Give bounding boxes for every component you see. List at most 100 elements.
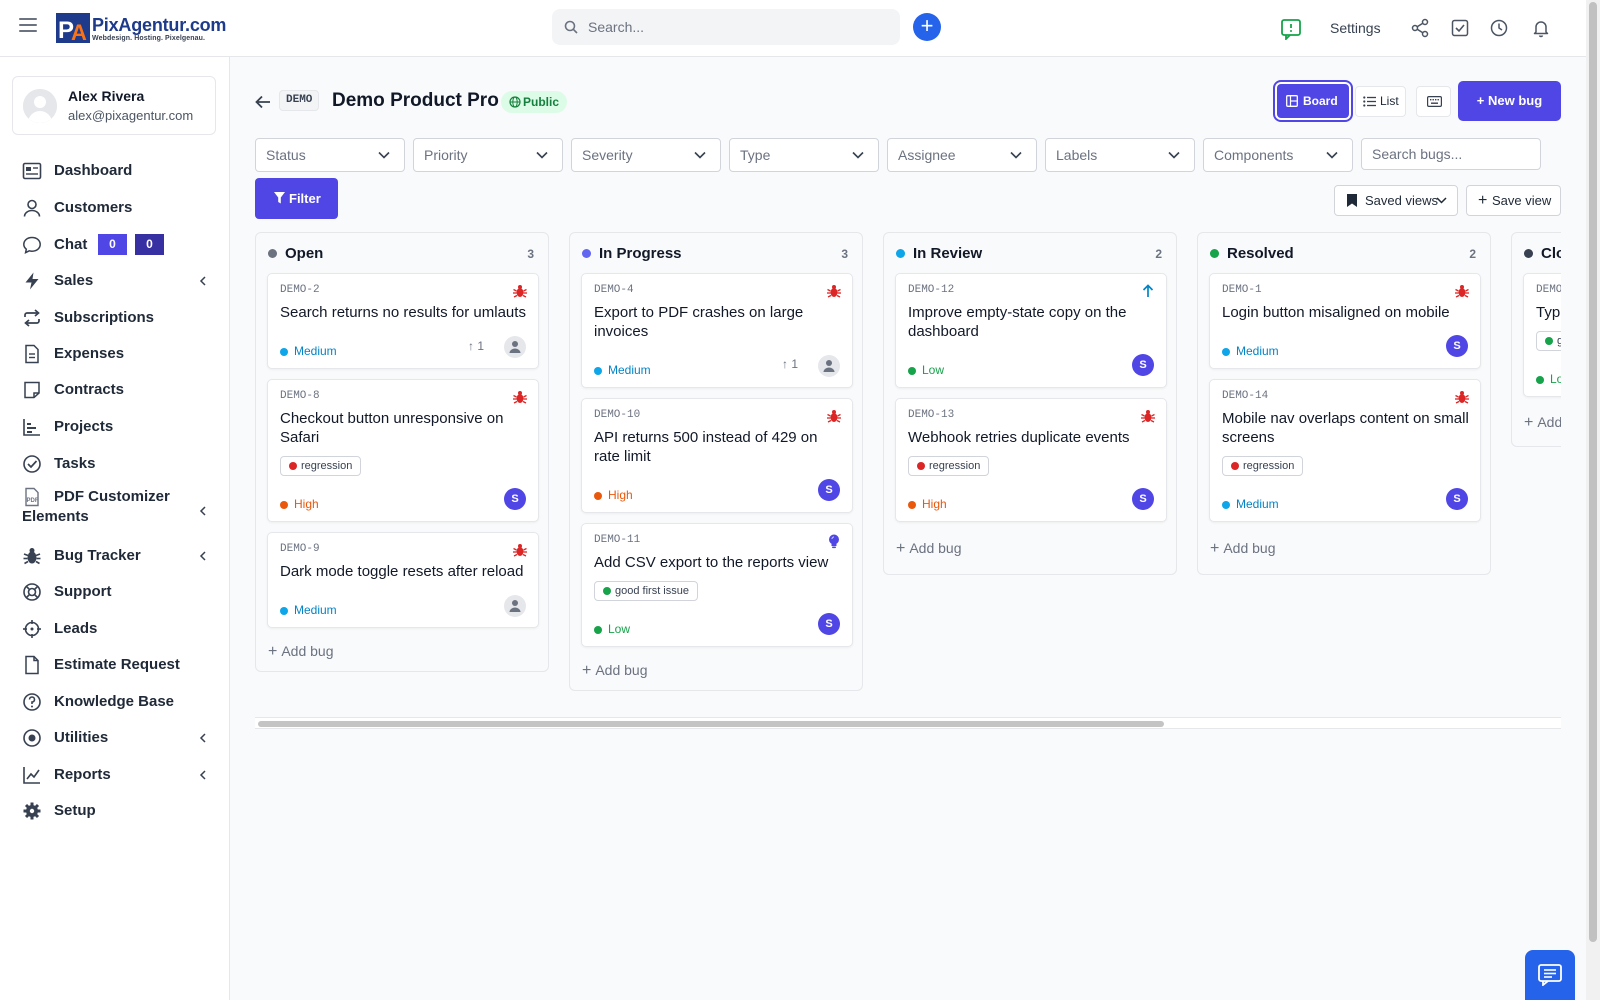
add-bug-link[interactable]: + Add bug — [268, 643, 334, 661]
bug-card[interactable]: DEMO Typ g Lo — [1523, 273, 1561, 397]
sidebar-item-sales[interactable]: Sales — [22, 267, 222, 297]
bug-card[interactable]: DEMO-4 Export to PDF crashes on large in… — [581, 273, 853, 388]
chevron-left-icon — [199, 770, 206, 780]
question-circle-icon — [23, 693, 41, 711]
sidebar-item-setup[interactable]: Setup — [22, 797, 222, 827]
components-filter-label: Components — [1214, 147, 1294, 163]
brand-logo[interactable]: P A PixAgentur.com Webdesign. Hosting. P… — [56, 11, 226, 47]
priority-badge: High — [908, 497, 947, 511]
settings-link[interactable]: Settings — [1330, 20, 1381, 36]
user-card[interactable]: Alex Rivera alex@pixagentur.com — [12, 76, 216, 135]
feedback-icon[interactable] — [1280, 18, 1302, 40]
type-filter[interactable]: Type — [729, 138, 879, 172]
bug-card[interactable]: DEMO-12 Improve empty-state copy on the … — [895, 273, 1167, 388]
add-bug-link[interactable]: + Add bug — [896, 540, 962, 558]
sidebar-item-pdf-customizer-elements[interactable]: PDF PDF Customizer Elements — [22, 487, 222, 525]
components-filter[interactable]: Components — [1203, 138, 1353, 172]
sidebar-item-tasks[interactable]: Tasks — [22, 450, 222, 480]
scrollbar-thumb[interactable] — [1589, 2, 1597, 942]
search-bugs-input[interactable] — [1361, 138, 1541, 170]
assignee-avatar[interactable]: S — [818, 479, 840, 501]
share-icon[interactable] — [1410, 18, 1430, 38]
assignee-filter[interactable]: Assignee — [887, 138, 1037, 172]
checkbox-task-icon[interactable] — [1450, 18, 1470, 38]
sidebar-item-customers[interactable]: Customers — [22, 194, 222, 224]
new-bug-button[interactable]: + New bug — [1458, 81, 1561, 121]
clock-icon[interactable] — [1489, 18, 1509, 38]
labels-filter[interactable]: Labels — [1045, 138, 1195, 172]
bug-card[interactable]: DEMO-8 Checkout button unresponsive on S… — [267, 379, 539, 522]
label-tag[interactable]: good first issue — [594, 581, 698, 601]
bug-card[interactable]: DEMO-9 Dark mode toggle resets after rel… — [267, 532, 539, 628]
list-view-label: List — [1380, 94, 1399, 108]
label-text: regression — [1243, 460, 1295, 472]
quick-add-button[interactable]: + — [913, 13, 941, 41]
page-vertical-scrollbar[interactable] — [1586, 0, 1600, 1000]
saved-views-dropdown[interactable]: Saved views — [1334, 185, 1458, 216]
sidebar-item-support[interactable]: Support — [22, 578, 222, 608]
sidebar-item-label: Reports — [54, 766, 111, 783]
save-view-button[interactable]: + Save view — [1466, 185, 1561, 216]
global-search[interactable] — [552, 9, 900, 45]
label-tag[interactable]: regression — [1222, 456, 1304, 476]
assignee-avatar[interactable]: S — [1132, 488, 1154, 510]
back-arrow-icon[interactable] — [254, 93, 272, 111]
assignee-avatar[interactable]: S — [818, 613, 840, 635]
label-tag[interactable]: g — [1536, 331, 1561, 351]
sidebar-item-subscriptions[interactable]: Subscriptions — [22, 304, 222, 334]
list-view-button[interactable]: List — [1355, 86, 1406, 117]
add-bug-link[interactable]: + Add bug — [582, 662, 648, 680]
status-filter[interactable]: Status — [255, 138, 405, 172]
sidebar-item-chat[interactable]: Chat 0 0 — [22, 231, 222, 261]
sidebar-item-contracts[interactable]: Contracts — [22, 376, 222, 406]
bug-card[interactable]: DEMO-11 Add CSV export to the reports vi… — [581, 523, 853, 647]
bell-icon[interactable] — [1531, 18, 1551, 38]
board-view-button[interactable]: Board — [1277, 84, 1349, 118]
bug-card[interactable]: DEMO-10 API returns 500 instead of 429 o… — [581, 398, 853, 513]
unassigned-avatar[interactable] — [504, 336, 526, 358]
priority-filter[interactable]: Priority — [413, 138, 563, 172]
add-bug-link[interactable]: + Add bug — [1210, 540, 1276, 558]
sidebar-item-reports[interactable]: Reports — [22, 761, 222, 791]
repeat-icon — [24, 309, 40, 327]
bug-title: Dark mode toggle resets after reload — [280, 563, 524, 580]
sidebar-item-knowledge-base[interactable]: Knowledge Base — [22, 688, 222, 718]
sidebar-item-estimate-request[interactable]: Estimate Request — [22, 651, 222, 681]
keyboard-shortcuts-button[interactable] — [1416, 86, 1451, 117]
column-header: Open 3 — [256, 233, 548, 273]
scrollbar-thumb[interactable] — [258, 721, 1164, 727]
sidebar-item-label: Dashboard — [54, 162, 133, 179]
unassigned-avatar[interactable] — [818, 355, 840, 377]
filter-button[interactable]: Filter — [255, 178, 338, 219]
vote-count[interactable]: ↑ 1 — [782, 357, 798, 371]
label-tag[interactable]: regression — [280, 456, 362, 476]
assignee-avatar[interactable]: S — [504, 488, 526, 510]
label-tag[interactable]: regression — [908, 456, 990, 476]
support-chat-button[interactable] — [1525, 950, 1575, 1000]
sidebar-item-dashboard[interactable]: Dashboard — [22, 157, 222, 187]
sidebar-item-bug-tracker[interactable]: Bug Tracker — [22, 542, 222, 572]
column-title: In Progress — [599, 245, 682, 262]
severity-filter[interactable]: Severity — [571, 138, 721, 172]
dashboard-icon — [22, 162, 42, 180]
sidebar-item-expenses[interactable]: Expenses — [22, 340, 222, 370]
assignee-avatar[interactable]: S — [1132, 354, 1154, 376]
hamburger-menu-icon[interactable] — [19, 18, 37, 36]
board-horizontal-scrollbar[interactable] — [255, 717, 1561, 729]
sidebar-item-projects[interactable]: Projects — [22, 413, 222, 443]
assignee-avatar[interactable]: S — [1446, 488, 1468, 510]
bug-type-icon — [1455, 391, 1469, 404]
bug-card[interactable]: DEMO-14 Mobile nav overlaps content on s… — [1209, 379, 1481, 522]
column-in-progress: In Progress 3 DEMO-4 Export to PDF crash… — [569, 232, 863, 691]
assignee-avatar[interactable]: S — [1446, 335, 1468, 357]
bug-card[interactable]: DEMO-2 Search returns no results for uml… — [267, 273, 539, 369]
vote-count[interactable]: ↑ 1 — [468, 339, 484, 353]
bug-card[interactable]: DEMO-13 Webhook retries duplicate events… — [895, 398, 1167, 522]
unassigned-avatar[interactable] — [504, 595, 526, 617]
bug-card[interactable]: DEMO-1 Login button misaligned on mobile… — [1209, 273, 1481, 369]
add-bug-link[interactable]: + Add — [1524, 414, 1561, 432]
global-search-input[interactable] — [588, 17, 888, 37]
priority-label: Medium — [294, 344, 337, 358]
sidebar-item-leads[interactable]: Leads — [22, 615, 222, 645]
sidebar-item-utilities[interactable]: Utilities — [22, 724, 222, 754]
